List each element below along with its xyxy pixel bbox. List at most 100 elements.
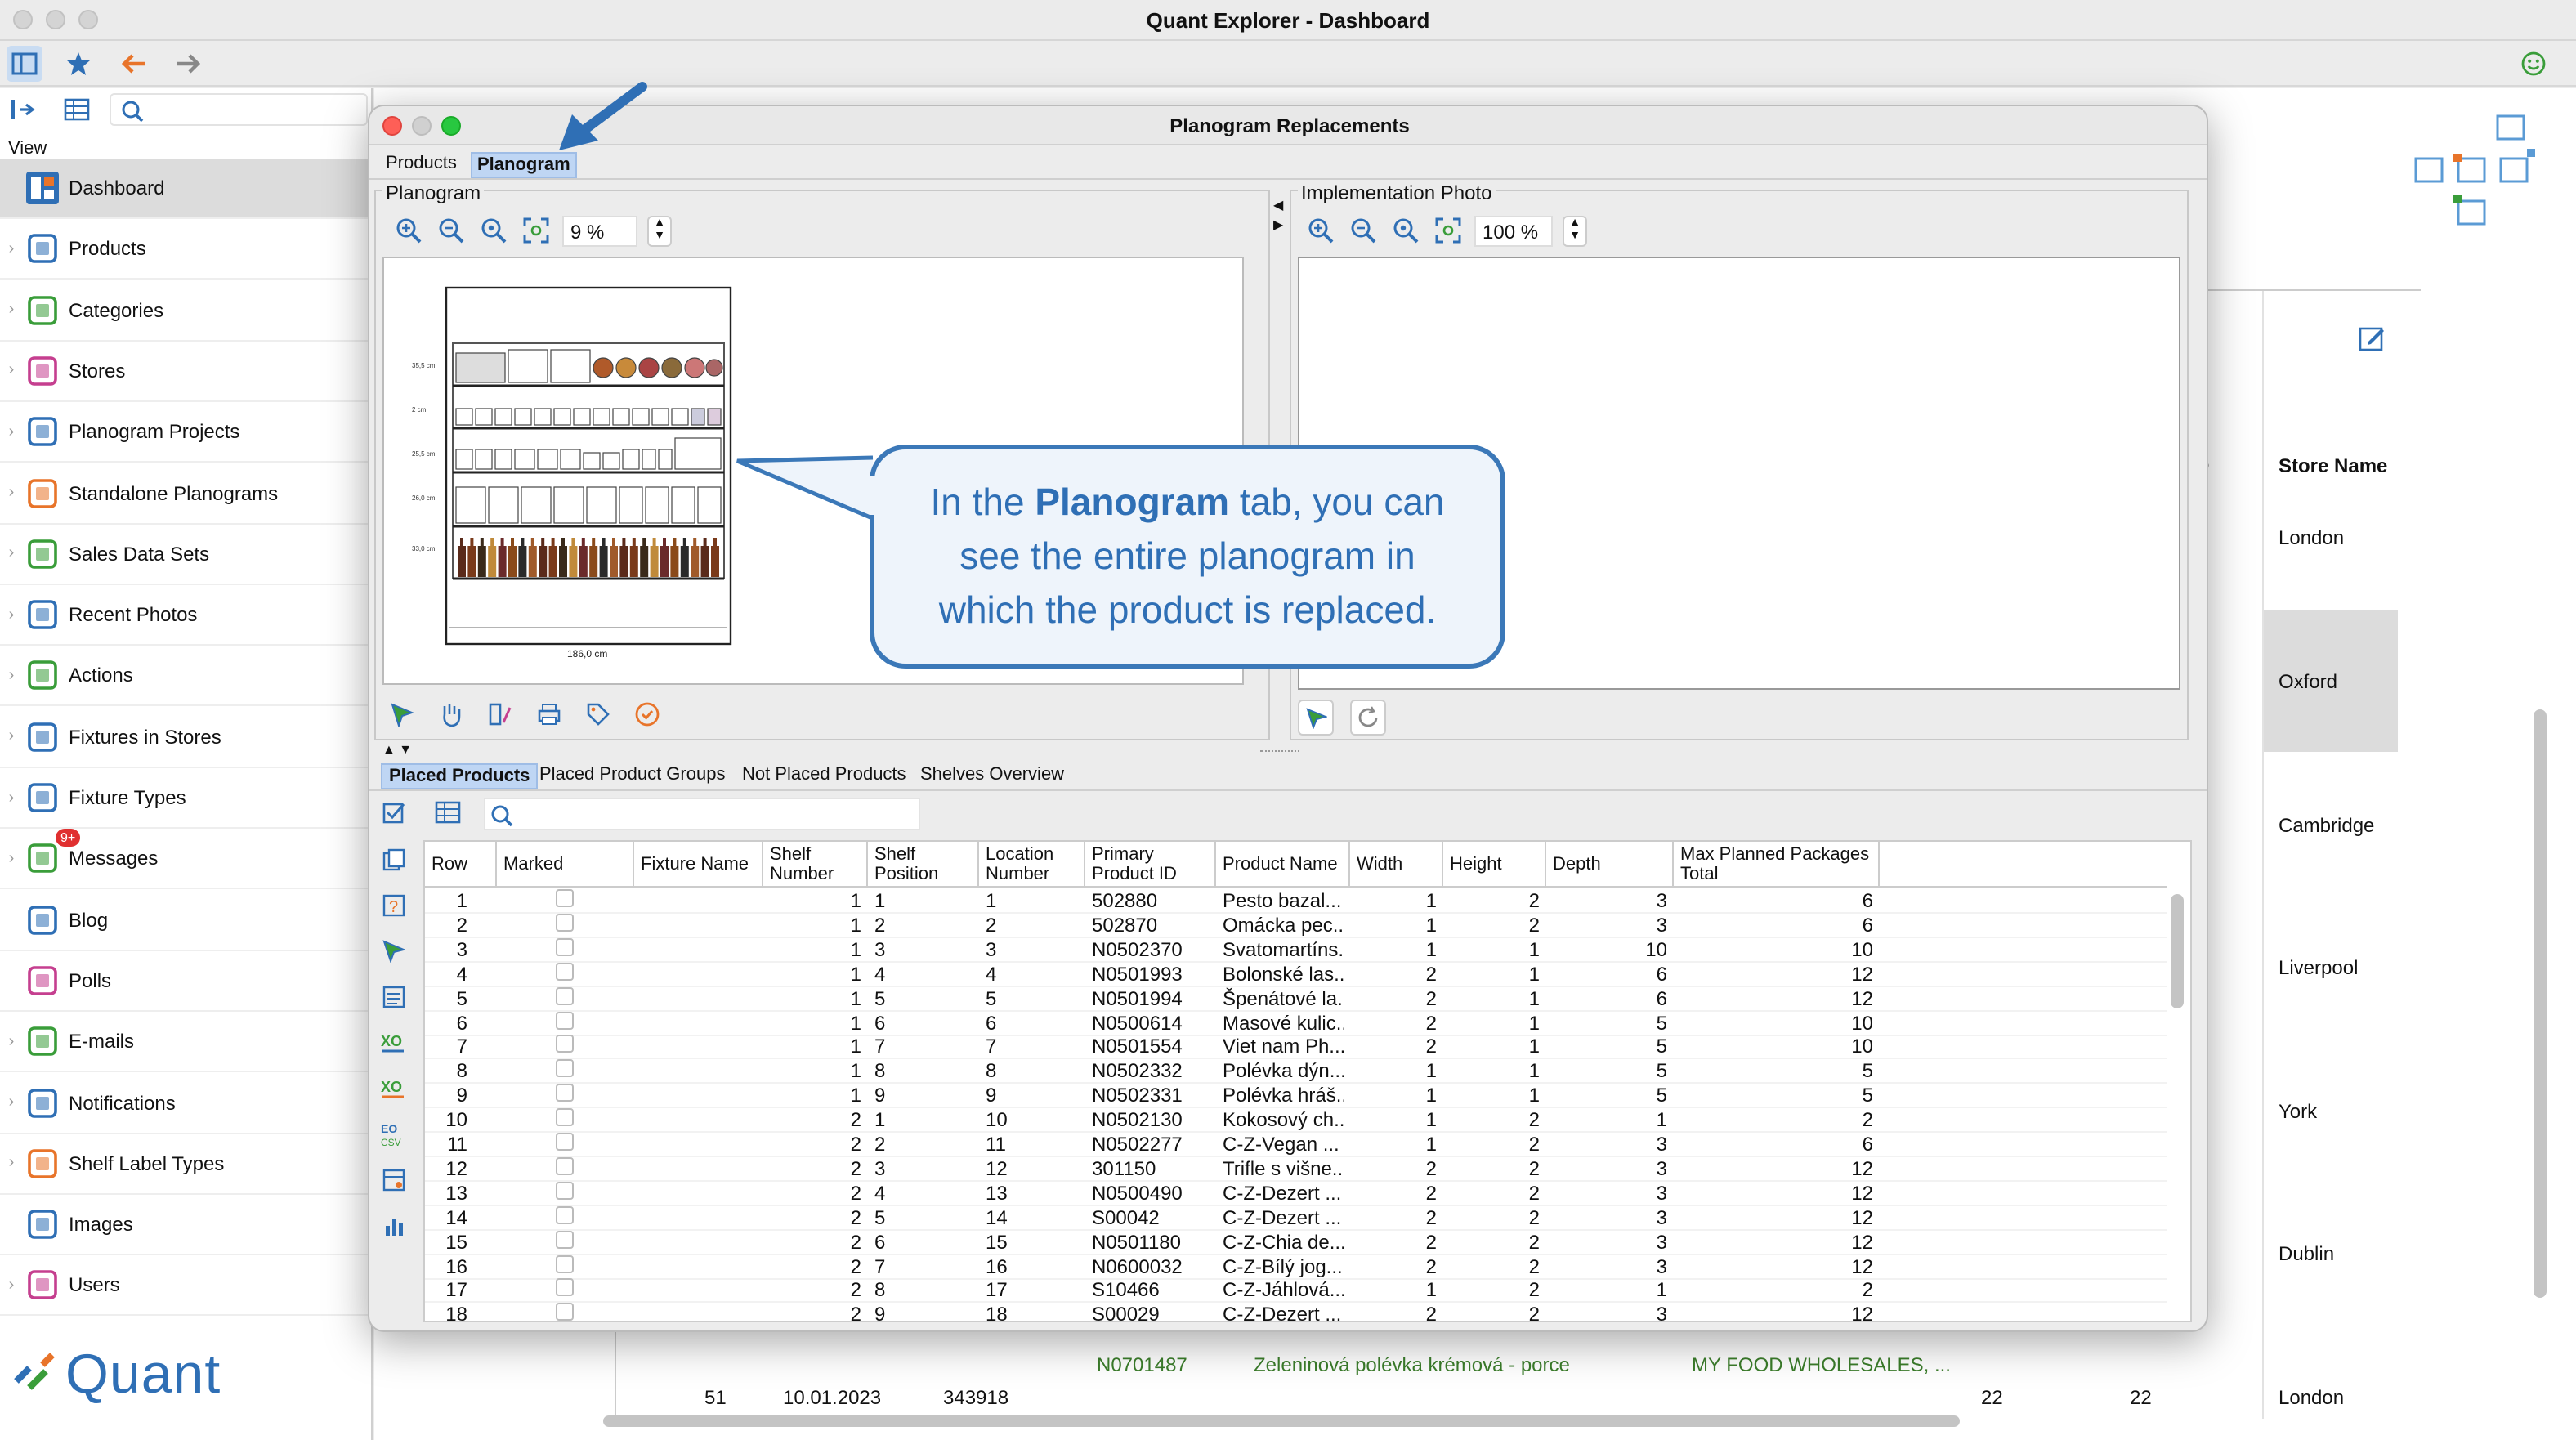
chevron-right-icon[interactable]: › (0, 545, 23, 563)
table-row[interactable]: 14 2 5 14 S00042 C-Z-Dezert ... 2 2 3 12 (425, 1205, 2167, 1231)
marked-checkbox[interactable] (556, 889, 574, 907)
marked-checkbox[interactable] (556, 1133, 574, 1151)
marked-checkbox[interactable] (556, 986, 574, 1005)
column-header-shelf-position[interactable]: Shelf Position (868, 842, 979, 888)
collapse-tree-icon[interactable] (10, 96, 36, 123)
sidebar-item-messages[interactable]: 9+ › Messages (0, 829, 373, 890)
sidebar-item-recent-photos[interactable]: › Recent Photos (0, 585, 373, 646)
sidebar-item-users[interactable]: › Users (0, 1256, 373, 1317)
store-name-cell[interactable]: Dublin (2279, 1242, 2417, 1265)
help-icon[interactable]: ? (379, 891, 409, 920)
table-row[interactable]: 1 1 1 1 502880 Pesto bazal... 1 2 3 6 (425, 889, 2167, 914)
table-row[interactable]: 2 1 2 2 502870 Omácka pec... 1 2 3 6 (425, 913, 2167, 938)
chevron-right-icon[interactable]: › (0, 1277, 23, 1295)
horizontal-scrollbar[interactable] (603, 1415, 1960, 1427)
photo-zoom-stepper[interactable]: ▲ ▼ (1563, 216, 1587, 247)
marked-checkbox[interactable] (556, 1181, 574, 1200)
column-header-width[interactable]: Width (1350, 842, 1443, 888)
bottom-tab-not-placed-products[interactable]: Not Placed Products (742, 765, 906, 785)
table-search-input[interactable] (484, 798, 920, 830)
sidebar-item-images[interactable]: Images (0, 1195, 373, 1256)
list-detail-icon[interactable] (379, 982, 409, 1012)
table-settings-icon[interactable] (379, 1165, 409, 1195)
hand-tool-icon[interactable] (438, 701, 464, 727)
marked-checkbox[interactable] (556, 962, 574, 981)
table-row[interactable]: 8 1 8 8 N0502332 Polévka dýn... 1 1 5 5 (425, 1059, 2167, 1084)
sidebar-item-planogram-projects[interactable]: › Planogram Projects (0, 402, 373, 463)
chevron-right-icon[interactable]: › (0, 1155, 23, 1173)
chevron-right-icon[interactable]: › (0, 301, 23, 319)
sidebar-item-products[interactable]: › Products (0, 220, 373, 280)
table-view-icon[interactable] (64, 96, 90, 123)
column-header-fixture-name[interactable]: Fixture Name (634, 842, 763, 888)
chart-icon[interactable] (379, 1211, 409, 1241)
chevron-right-icon[interactable]: › (0, 606, 23, 624)
export-excel-icon[interactable]: XO (379, 1028, 409, 1058)
select-cursor-icon[interactable] (389, 701, 415, 727)
sidebar-item-categories[interactable]: › Categories (0, 280, 373, 342)
favorites-star-icon[interactable] (60, 46, 96, 82)
sidebar-search-input[interactable] (110, 93, 368, 126)
column-header-product-name[interactable]: Product Name (1216, 842, 1350, 888)
marked-checkbox[interactable] (556, 937, 574, 956)
zoom-value-field[interactable]: 9 % (562, 216, 637, 247)
copy-icon[interactable] (379, 845, 409, 874)
sidebar-item-standalone-planograms[interactable]: › Standalone Planograms (0, 463, 373, 524)
bottom-tab-placed-product-groups[interactable]: Placed Product Groups (539, 765, 725, 785)
photo-zoom-field[interactable]: 100 % (1474, 216, 1553, 247)
columns-setup-icon[interactable] (435, 799, 461, 825)
table-row[interactable]: 7 1 7 7 N0501554 Viet nam Ph... 2 1 5 10 (425, 1035, 2167, 1060)
tag-icon[interactable] (585, 701, 611, 727)
splitter-arrows-icon[interactable]: ▲ ▼ (382, 742, 412, 757)
column-header-shelf-number[interactable]: Shelf Number (763, 842, 868, 888)
edit-icon[interactable] (2357, 324, 2386, 353)
table-row[interactable]: 15 2 6 15 N0501180 C-Z-Chia de... 2 2 3 12 (425, 1230, 2167, 1255)
marked-checkbox[interactable] (556, 1205, 574, 1224)
marked-checkbox[interactable] (556, 1108, 574, 1127)
sidebar-toggle-icon[interactable] (7, 46, 42, 82)
column-header-depth[interactable]: Depth (1546, 842, 1674, 888)
table-row[interactable]: 12 2 3 12 301150 Trifle s višne... 2 2 3 12 (425, 1156, 2167, 1182)
sidebar-item-shelf-label-types[interactable]: › Shelf Label Types (0, 1134, 373, 1195)
table-row[interactable]: 6 1 6 6 N0500614 Masové kulic... 2 1 5 10 (425, 1011, 2167, 1035)
marked-checkbox[interactable] (556, 1035, 574, 1053)
chevron-right-icon[interactable]: › (0, 850, 23, 868)
table-row[interactable]: 11 2 2 11 N0502277 C-Z-Vegan ... 1 2 3 6 (425, 1133, 2167, 1157)
background-scrollbar[interactable] (2534, 709, 2547, 1298)
column-header-location-number[interactable]: Location Number (979, 842, 1085, 888)
store-name-cell[interactable]: York (2279, 1100, 2417, 1123)
table-row[interactable]: 5 1 5 5 N0501994 Špenátové la... 2 1 6 12 (425, 986, 2167, 1012)
zoom-in-icon[interactable] (396, 217, 422, 244)
chevron-right-icon[interactable]: › (0, 1093, 23, 1111)
tab-products[interactable]: Products (386, 154, 457, 173)
sidebar-item-actions[interactable]: › Actions (0, 646, 373, 707)
bottom-tab-placed-products[interactable]: Placed Products (381, 763, 539, 789)
sidebar-item-fixtures-in-stores[interactable]: › Fixtures in Stores (0, 707, 373, 768)
table-row[interactable]: 10 2 1 10 N0502130 Kokosový ch... 1 2 1 2 (425, 1108, 2167, 1134)
sidebar-item-dashboard[interactable]: Dashboard (0, 159, 373, 219)
table-row[interactable]: 9 1 9 9 N0502331 Polévka hráš... 1 1 5 5 (425, 1084, 2167, 1109)
chevron-right-icon[interactable]: › (0, 240, 23, 258)
marked-checkbox[interactable] (556, 1254, 574, 1272)
sidebar-item-e-mails[interactable]: › E-mails (0, 1012, 373, 1073)
chevron-right-icon[interactable]: › (0, 667, 23, 685)
chevron-right-icon[interactable]: › (0, 423, 23, 440)
store-name-cell[interactable]: London (2279, 526, 2417, 549)
zoom-reset-icon[interactable] (481, 217, 507, 244)
bottom-tab-shelves-overview[interactable]: Shelves Overview (920, 765, 1064, 785)
marked-checkbox[interactable] (556, 1278, 574, 1297)
sidebar-item-notifications[interactable]: › Notifications (0, 1073, 373, 1134)
splitter-collapse-icon[interactable]: ◀ ▶ (1273, 196, 1283, 235)
horizontal-splitter[interactable] (1260, 750, 1299, 752)
store-name-cell[interactable]: Liverpool (2279, 956, 2417, 979)
store-name-cell[interactable]: Oxford (2279, 670, 2417, 693)
zoom-stepper[interactable]: ▲ ▼ (647, 216, 672, 247)
smiley-feedback-icon[interactable] (2516, 46, 2551, 82)
photo-zoom-out-icon[interactable] (1350, 217, 1376, 244)
labels-tool-icon[interactable] (487, 701, 513, 727)
table-vertical-scrollbar[interactable] (2171, 894, 2184, 1008)
chevron-right-icon[interactable]: › (0, 362, 23, 380)
chevron-right-icon[interactable]: › (0, 727, 23, 745)
marked-checkbox[interactable] (556, 1011, 574, 1029)
photo-zoom-reset-icon[interactable] (1393, 217, 1419, 244)
